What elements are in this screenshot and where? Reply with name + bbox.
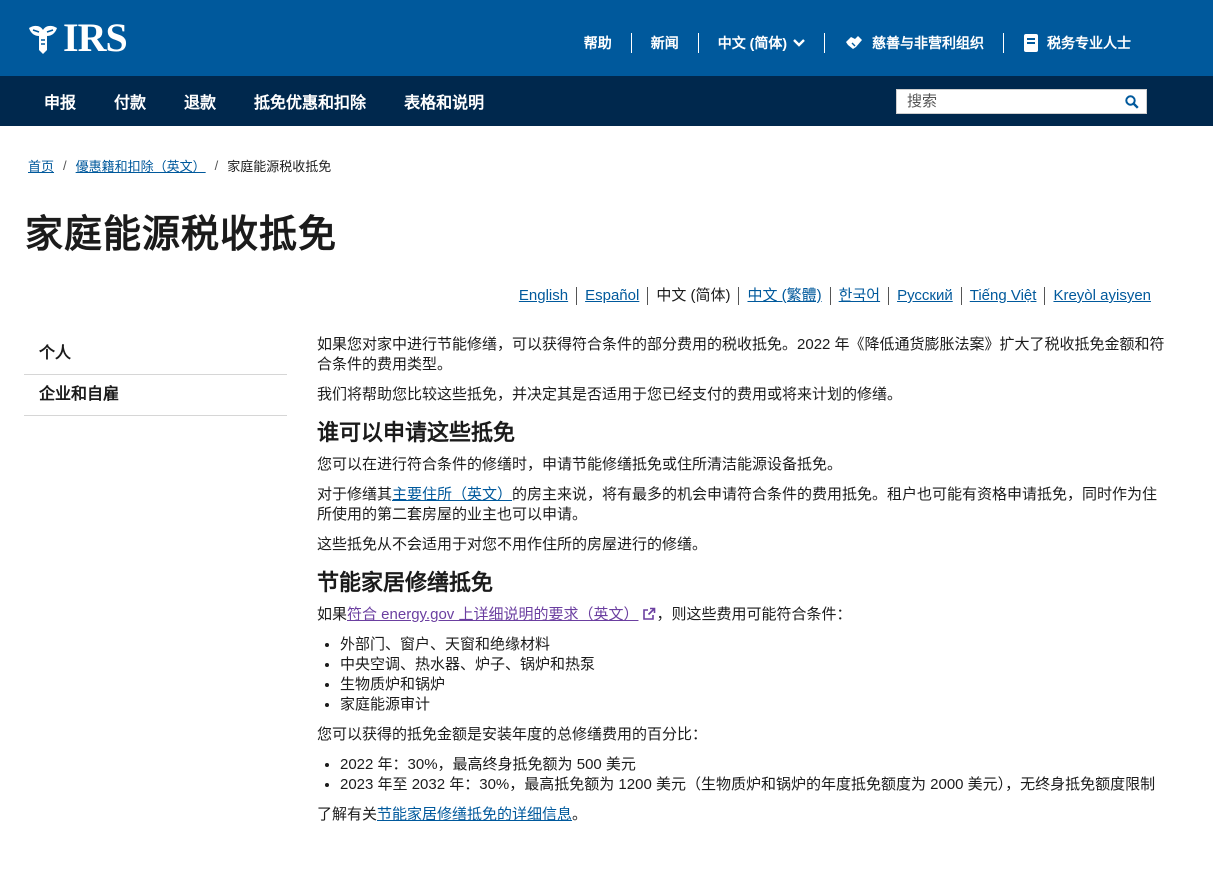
section-heading-who: 谁可以申请这些抵免 xyxy=(317,420,516,445)
main-home-link[interactable]: 主要住所（英文） xyxy=(392,486,512,503)
breadcrumb-separator: / xyxy=(63,158,67,173)
book-icon xyxy=(1024,34,1038,52)
language-label: 中文 (简体) xyxy=(717,35,787,51)
energy-paragraph: 如果符合 energy.gov 上详细说明的要求（英文） ，则这些费用可能符合条件… xyxy=(317,605,1167,625)
text-span: ，则这些费用可能符合条件： xyxy=(656,606,852,623)
who-paragraph: 您可以在进行符合条件的修缮时，申请节能修缮抵免或住所清洁能源设备抵免。 xyxy=(317,456,843,473)
help-link[interactable]: 帮助 xyxy=(565,33,631,53)
news-link[interactable]: 新闻 xyxy=(630,33,698,53)
intro-paragraph: 我们将帮助您比较这些抵免，并决定其是否适用于您已经支付的费用或将来计划的修缮。 xyxy=(317,386,903,403)
text-span: 。 xyxy=(572,806,588,823)
list-item: 家庭能源审计 xyxy=(340,695,1167,715)
main-content: 如果您对家中进行节能修缮，可以获得符合条件的部分费用的税收抵免。2022 年《降… xyxy=(317,335,1167,835)
list-item: 2022 年：30%，最高终身抵免额为 500 美元 xyxy=(340,755,1167,775)
nav-file[interactable]: 申报 xyxy=(25,89,95,113)
lang-spanish[interactable]: Español xyxy=(576,287,647,305)
page-title: 家庭能源税收抵免 xyxy=(25,214,338,256)
text-span: 了解有关 xyxy=(317,806,378,823)
help-label: 帮助 xyxy=(583,35,612,51)
nav-pay[interactable]: 付款 xyxy=(95,89,165,113)
energy-details-link[interactable]: 节能家居修缮抵免的详细信息 xyxy=(377,806,572,823)
sidebar-item-individuals[interactable]: 个人 xyxy=(24,334,287,375)
tax-pros-label: 税务专业人士 xyxy=(1047,35,1131,51)
nav-forms-instructions[interactable]: 表格和说明 xyxy=(385,89,503,113)
list-item: 2023 年至 2032 年：30%，最高抵免额为 1200 美元（生物质炉和锅… xyxy=(340,775,1167,795)
intro-paragraph: 如果您对家中进行节能修缮，可以获得符合条件的部分费用的税收抵免。2022 年《降… xyxy=(317,336,1165,373)
charities-link[interactable]: 慈善与非营利组织 xyxy=(824,33,1003,53)
site-header: IRS 帮助 新闻 中文 (简体) 慈善与非营利组织 税务专业人士 xyxy=(0,0,1213,76)
language-switcher: English Español 中文 (简体) 中文 (繁體) 한국어 Русс… xyxy=(511,287,1159,305)
list-item: 中央空调、热水器、炉子、锅炉和热泵 xyxy=(340,655,1167,675)
lang-russian[interactable]: Русский xyxy=(888,287,961,305)
lang-chinese-simplified: 中文 (简体) xyxy=(647,287,738,305)
credit-amount-list: 2022 年：30%，最高终身抵免额为 500 美元 2023 年至 2032 … xyxy=(340,755,1167,795)
energy-paragraph: 您可以获得的抵免金额是安装年度的总修缮费用的百分比： xyxy=(317,726,708,743)
irs-logo[interactable]: IRS xyxy=(25,15,128,60)
search-box xyxy=(896,89,1147,114)
text-span: 如果 xyxy=(317,606,348,623)
lang-vietnamese[interactable]: Tiếng Việt xyxy=(960,287,1045,305)
search-icon xyxy=(1125,94,1139,109)
breadcrumb-parent[interactable]: 優惠籍和扣除（英文） xyxy=(76,156,206,175)
eagle-icon xyxy=(29,25,57,54)
lang-haitian-creole[interactable]: Kreyòl ayisyen xyxy=(1044,287,1159,305)
list-item: 生物质炉和锅炉 xyxy=(340,675,1167,695)
energy-paragraph: 了解有关节能家居修缮抵免的详细信息。 xyxy=(317,805,1167,825)
text-span: 对于修缮其 xyxy=(317,486,393,503)
search-input[interactable] xyxy=(897,90,1118,113)
breadcrumb-home[interactable]: 首页 xyxy=(28,156,54,175)
chevron-down-icon xyxy=(793,39,805,47)
who-paragraph: 对于修缮其主要住所（英文）的房主来说，将有最多的机会申请符合条件的费用抵免。租户… xyxy=(317,485,1167,525)
sidebar-nav: 个人 企业和自雇 xyxy=(24,334,287,416)
news-label: 新闻 xyxy=(650,35,679,51)
section-heading-energy: 节能家居修缮抵免 xyxy=(317,570,494,595)
lang-english[interactable]: English xyxy=(511,287,576,305)
breadcrumb-current: 家庭能源税收抵免 xyxy=(227,159,332,174)
breadcrumb-separator: / xyxy=(214,158,219,173)
energy-gov-link[interactable]: 符合 energy.gov 上详细说明的要求（英文） xyxy=(347,606,638,623)
who-paragraph: 这些抵免从不会适用于对您不用作住所的房屋进行的修缮。 xyxy=(317,536,708,553)
lang-korean[interactable]: 한국어 xyxy=(829,287,888,305)
external-link-icon xyxy=(643,607,656,620)
energy-gov-link-label: 符合 energy.gov 上详细说明的要求（英文） xyxy=(347,606,639,623)
eligible-expenses-list: 外部门、窗户、天窗和绝缘材料 中央空调、热水器、炉子、锅炉和热泵 生物质炉和锅炉… xyxy=(340,635,1167,715)
list-item: 外部门、窗户、天窗和绝缘材料 xyxy=(340,635,1167,655)
language-dropdown[interactable]: 中文 (简体) xyxy=(697,33,824,53)
logo-text: IRS xyxy=(63,15,128,60)
handshake-icon xyxy=(846,36,862,49)
nav-credits-deductions[interactable]: 抵免优惠和扣除 xyxy=(235,89,385,113)
lang-chinese-traditional[interactable]: 中文 (繁體) xyxy=(738,287,829,305)
nav-refunds[interactable]: 退款 xyxy=(165,89,235,113)
sidebar-item-business[interactable]: 企业和自雇 xyxy=(24,375,287,416)
breadcrumb: 首页 / 優惠籍和扣除（英文） / 家庭能源税收抵免 xyxy=(28,156,331,175)
search-button[interactable] xyxy=(1118,90,1146,113)
utility-nav: 帮助 新闻 中文 (简体) 慈善与非营利组织 税务专业人士 xyxy=(565,30,1150,56)
tax-pros-link[interactable]: 税务专业人士 xyxy=(1003,33,1150,53)
charities-label: 慈善与非营利组织 xyxy=(872,35,984,51)
